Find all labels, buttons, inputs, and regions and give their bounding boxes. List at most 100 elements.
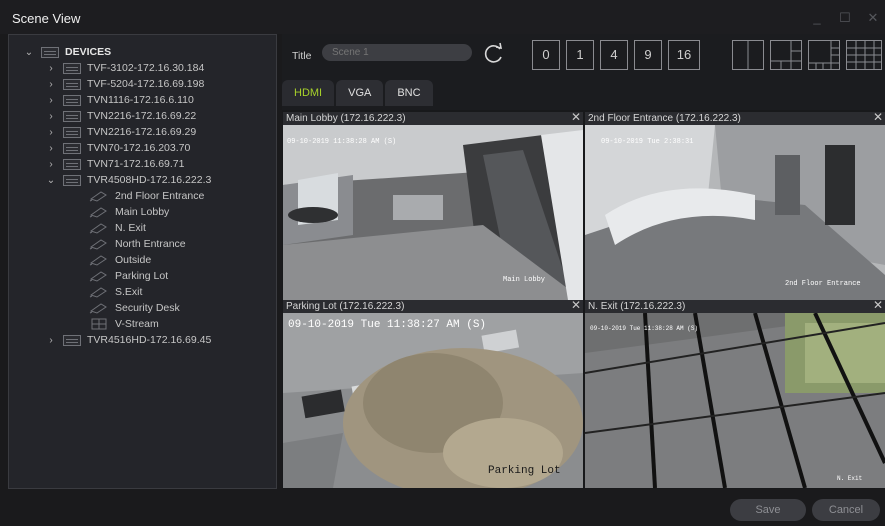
- chevron-right-icon[interactable]: ›: [45, 95, 57, 106]
- tree-device-label: TVN71-172.16.69.71: [87, 158, 185, 170]
- recorder-icon: [63, 110, 81, 122]
- save-button[interactable]: Save: [730, 499, 806, 521]
- tree-device-label: TVF-5204-172.16.69.198: [87, 78, 205, 90]
- window-title: Scene View: [12, 11, 81, 26]
- close-icon[interactable]: ✕: [873, 112, 883, 124]
- tree-device-label: TVR4516HD-172.16.69.45: [87, 334, 212, 346]
- tree-device[interactable]: › TVN71-172.16.69.71: [45, 157, 184, 171]
- osd-timestamp: 09-10-2019 Tue 11:38:27 AM (S): [288, 319, 487, 331]
- video-tile[interactable]: 2nd Floor Entrance (172.16.222.3) ✕ 09-1…: [585, 112, 885, 300]
- video-tile[interactable]: Parking Lot (172.16.222.3) ✕ 09-10-2019 …: [283, 300, 583, 488]
- cancel-button[interactable]: Cancel: [812, 499, 880, 521]
- window-controls: _ ☐ ✕: [811, 10, 879, 26]
- chevron-down-icon[interactable]: ⌄: [45, 175, 57, 186]
- chevron-down-icon[interactable]: ⌄: [23, 47, 35, 58]
- camera-icon: [89, 254, 109, 266]
- layout-4-button[interactable]: 4: [600, 40, 628, 70]
- tab-hdmi[interactable]: HDMI: [282, 80, 335, 106]
- camera-icon: [89, 222, 109, 234]
- tree-device-label: TVN2216-172.16.69.22: [87, 110, 197, 122]
- tree-camera-label: Security Desk: [115, 302, 180, 314]
- tree-stream[interactable]: V-Stream: [89, 317, 159, 331]
- video-feed: [585, 125, 885, 300]
- osd-timestamp: 09-10-2019 11:38:28 AM (S): [287, 138, 397, 146]
- camera-icon: [89, 270, 109, 282]
- tree-device-label: TVN1116-172.16.6.110: [87, 94, 194, 106]
- recorder-icon: [63, 158, 81, 170]
- tree-device-label: TVN70-172.16.203.70: [87, 142, 191, 154]
- maximize-icon[interactable]: ☐: [839, 10, 851, 26]
- device-tree: ⌄ DEVICES › TVF-3102-172.16.30.184 › TVF…: [9, 35, 276, 488]
- scene-title-input[interactable]: [322, 44, 472, 61]
- tree-root-devices[interactable]: ⌄ DEVICES: [23, 45, 111, 59]
- tile-title-bar: Main Lobby (172.16.222.3) ✕: [283, 112, 583, 125]
- tree-device[interactable]: › TVF-5204-172.16.69.198: [45, 77, 204, 91]
- tree-camera[interactable]: Parking Lot: [89, 269, 168, 283]
- tree-device[interactable]: › TVR4516HD-172.16.69.45: [45, 333, 211, 347]
- grid-icon: [89, 318, 109, 330]
- tree-camera[interactable]: S.Exit: [89, 285, 142, 299]
- chevron-right-icon[interactable]: ›: [45, 63, 57, 74]
- tree-camera-label: S.Exit: [115, 286, 143, 298]
- recorder-icon: [63, 334, 81, 346]
- osd-timestamp: 09-10-2019 Tue 11:38:28 AM (S): [590, 325, 699, 332]
- tree-camera[interactable]: North Entrance: [89, 237, 186, 251]
- tree-device[interactable]: › TVN2216-172.16.69.22: [45, 109, 196, 123]
- tree-camera[interactable]: 2nd Floor Entrance: [89, 189, 204, 203]
- chevron-right-icon[interactable]: ›: [45, 127, 57, 138]
- close-icon[interactable]: ✕: [571, 300, 581, 312]
- scene-panel: Title 0 1 4 9 16 HDMI VGA BNC: [282, 34, 885, 489]
- recorder-icon: [63, 62, 81, 74]
- tree-camera[interactable]: Outside: [89, 253, 151, 267]
- video-feed: [283, 125, 583, 300]
- layout-grid-icon[interactable]: [846, 40, 882, 70]
- tile-title: N. Exit (172.16.222.3): [588, 301, 686, 312]
- tab-bnc[interactable]: BNC: [385, 80, 433, 106]
- tree-camera-label: N. Exit: [115, 222, 146, 234]
- tree-camera-label: Outside: [115, 254, 152, 266]
- layout-0-button[interactable]: 0: [532, 40, 560, 70]
- tree-root-label: DEVICES: [65, 46, 112, 58]
- camera-icon: [89, 190, 109, 202]
- chevron-right-icon[interactable]: ›: [45, 143, 57, 154]
- title-label: Title: [292, 50, 312, 62]
- tree-camera[interactable]: N. Exit: [89, 221, 146, 235]
- device-tree-panel: ⌄ DEVICES › TVF-3102-172.16.30.184 › TVF…: [8, 34, 277, 489]
- tree-device[interactable]: › TVF-3102-172.16.30.184: [45, 61, 204, 75]
- output-tabs: HDMI VGA BNC: [282, 80, 435, 106]
- tree-camera[interactable]: Main Lobby: [89, 205, 169, 219]
- tab-vga[interactable]: VGA: [336, 80, 384, 106]
- chevron-right-icon[interactable]: ›: [45, 79, 57, 90]
- close-window-icon[interactable]: ✕: [867, 10, 879, 26]
- layout-1-button[interactable]: 1: [566, 40, 594, 70]
- video-feed: [585, 313, 885, 488]
- layout-split-2-icon[interactable]: [732, 40, 764, 70]
- footer-bar: Save Cancel: [0, 489, 885, 526]
- tree-camera[interactable]: Security Desk: [89, 301, 180, 315]
- osd-camera-name: N. Exit: [837, 475, 863, 482]
- layout-9-button[interactable]: 9: [634, 40, 662, 70]
- chevron-right-icon[interactable]: ›: [45, 159, 57, 170]
- tree-device-expanded[interactable]: ⌄ TVR4508HD-172.16.222.3: [45, 173, 212, 187]
- close-icon[interactable]: ✕: [873, 300, 883, 312]
- video-tile[interactable]: N. Exit (172.16.222.3) ✕ 09-10-2019 Tue …: [585, 300, 885, 488]
- layout-split-1plus5-icon[interactable]: [770, 40, 802, 70]
- tree-camera-label: Main Lobby: [115, 206, 170, 218]
- refresh-icon[interactable]: [482, 42, 506, 66]
- recorder-icon: [63, 94, 81, 106]
- camera-icon: [89, 238, 109, 250]
- tree-device[interactable]: › TVN2216-172.16.69.29: [45, 125, 196, 139]
- video-tile[interactable]: Main Lobby (172.16.222.3) ✕ 09-10-2019 1…: [283, 112, 583, 300]
- chevron-right-icon[interactable]: ›: [45, 111, 57, 122]
- chevron-right-icon[interactable]: ›: [45, 335, 57, 346]
- layout-split-1plus7-icon[interactable]: [808, 40, 840, 70]
- tile-title: 2nd Floor Entrance (172.16.222.3): [588, 113, 741, 124]
- tree-device[interactable]: › TVN1116-172.16.6.110: [45, 93, 194, 107]
- minimize-icon[interactable]: _: [811, 10, 823, 26]
- camera-icon: [89, 302, 109, 314]
- layout-16-button[interactable]: 16: [668, 40, 700, 70]
- video-grid: Main Lobby (172.16.222.3) ✕ 09-10-2019 1…: [282, 110, 885, 489]
- close-icon[interactable]: ✕: [571, 112, 581, 124]
- tree-device[interactable]: › TVN70-172.16.203.70: [45, 141, 190, 155]
- video-feed: [283, 313, 583, 488]
